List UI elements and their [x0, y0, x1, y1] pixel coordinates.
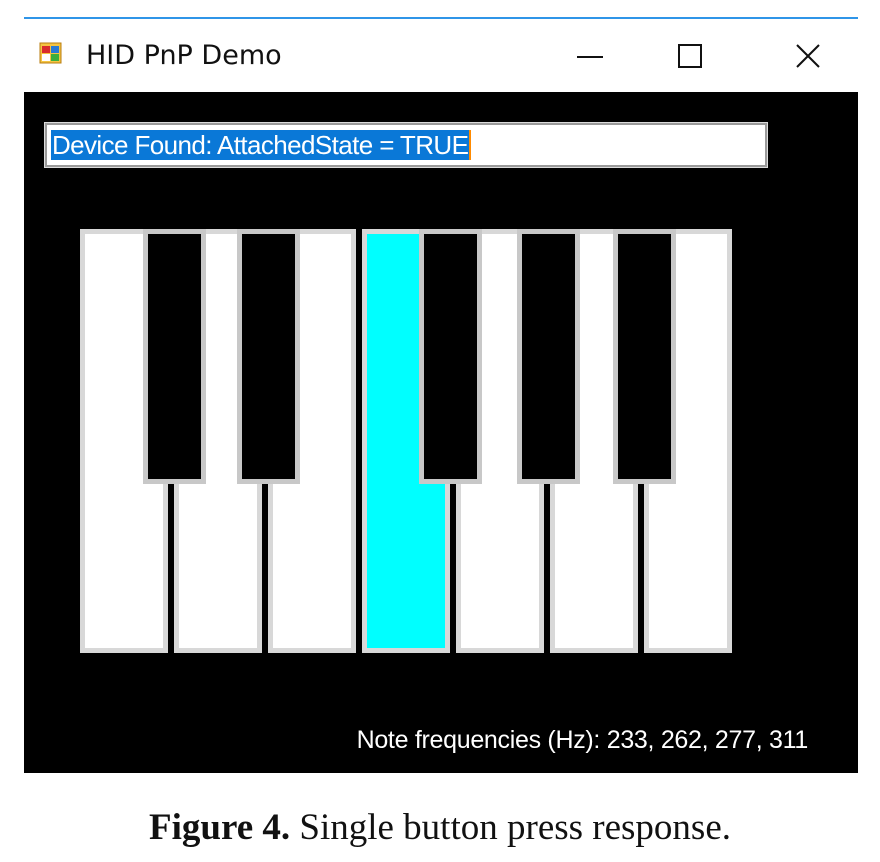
figure-caption: Figure 4. Single button press response. — [0, 806, 880, 850]
application-client-area: Device Found: AttachedState = TRUE Note … — [24, 92, 858, 773]
windows-forms-app-icon[interactable] — [39, 41, 65, 67]
maximize-icon — [678, 43, 702, 68]
note-frequencies-label: Note frequencies (Hz): 233, 262, 277, 31… — [356, 726, 809, 754]
figure-caption-label: Figure 4. — [148, 807, 291, 848]
device-status-textbox[interactable]: Device Found: AttachedState = TRUE — [44, 122, 768, 168]
black-key-3[interactable] — [419, 229, 482, 484]
close-button[interactable] — [758, 19, 858, 92]
figure-caption-text: Single button press response. — [290, 807, 731, 848]
maximize-button[interactable] — [640, 19, 740, 92]
black-key-1[interactable] — [143, 229, 206, 484]
close-icon — [796, 43, 820, 68]
piano-keyboard — [80, 229, 738, 653]
minimize-icon — [577, 55, 603, 58]
black-key-4[interactable] — [517, 229, 580, 484]
page: HID PnP Demo Device Found: AttachedState… — [0, 0, 880, 862]
title-bar[interactable]: HID PnP Demo — [24, 19, 858, 92]
black-key-2[interactable] — [237, 229, 300, 484]
black-key-5[interactable] — [613, 229, 676, 484]
window-title: HID PnP Demo — [86, 40, 282, 71]
device-status-text[interactable]: Device Found: AttachedState = TRUE — [51, 130, 472, 160]
minimize-button[interactable] — [540, 19, 640, 92]
